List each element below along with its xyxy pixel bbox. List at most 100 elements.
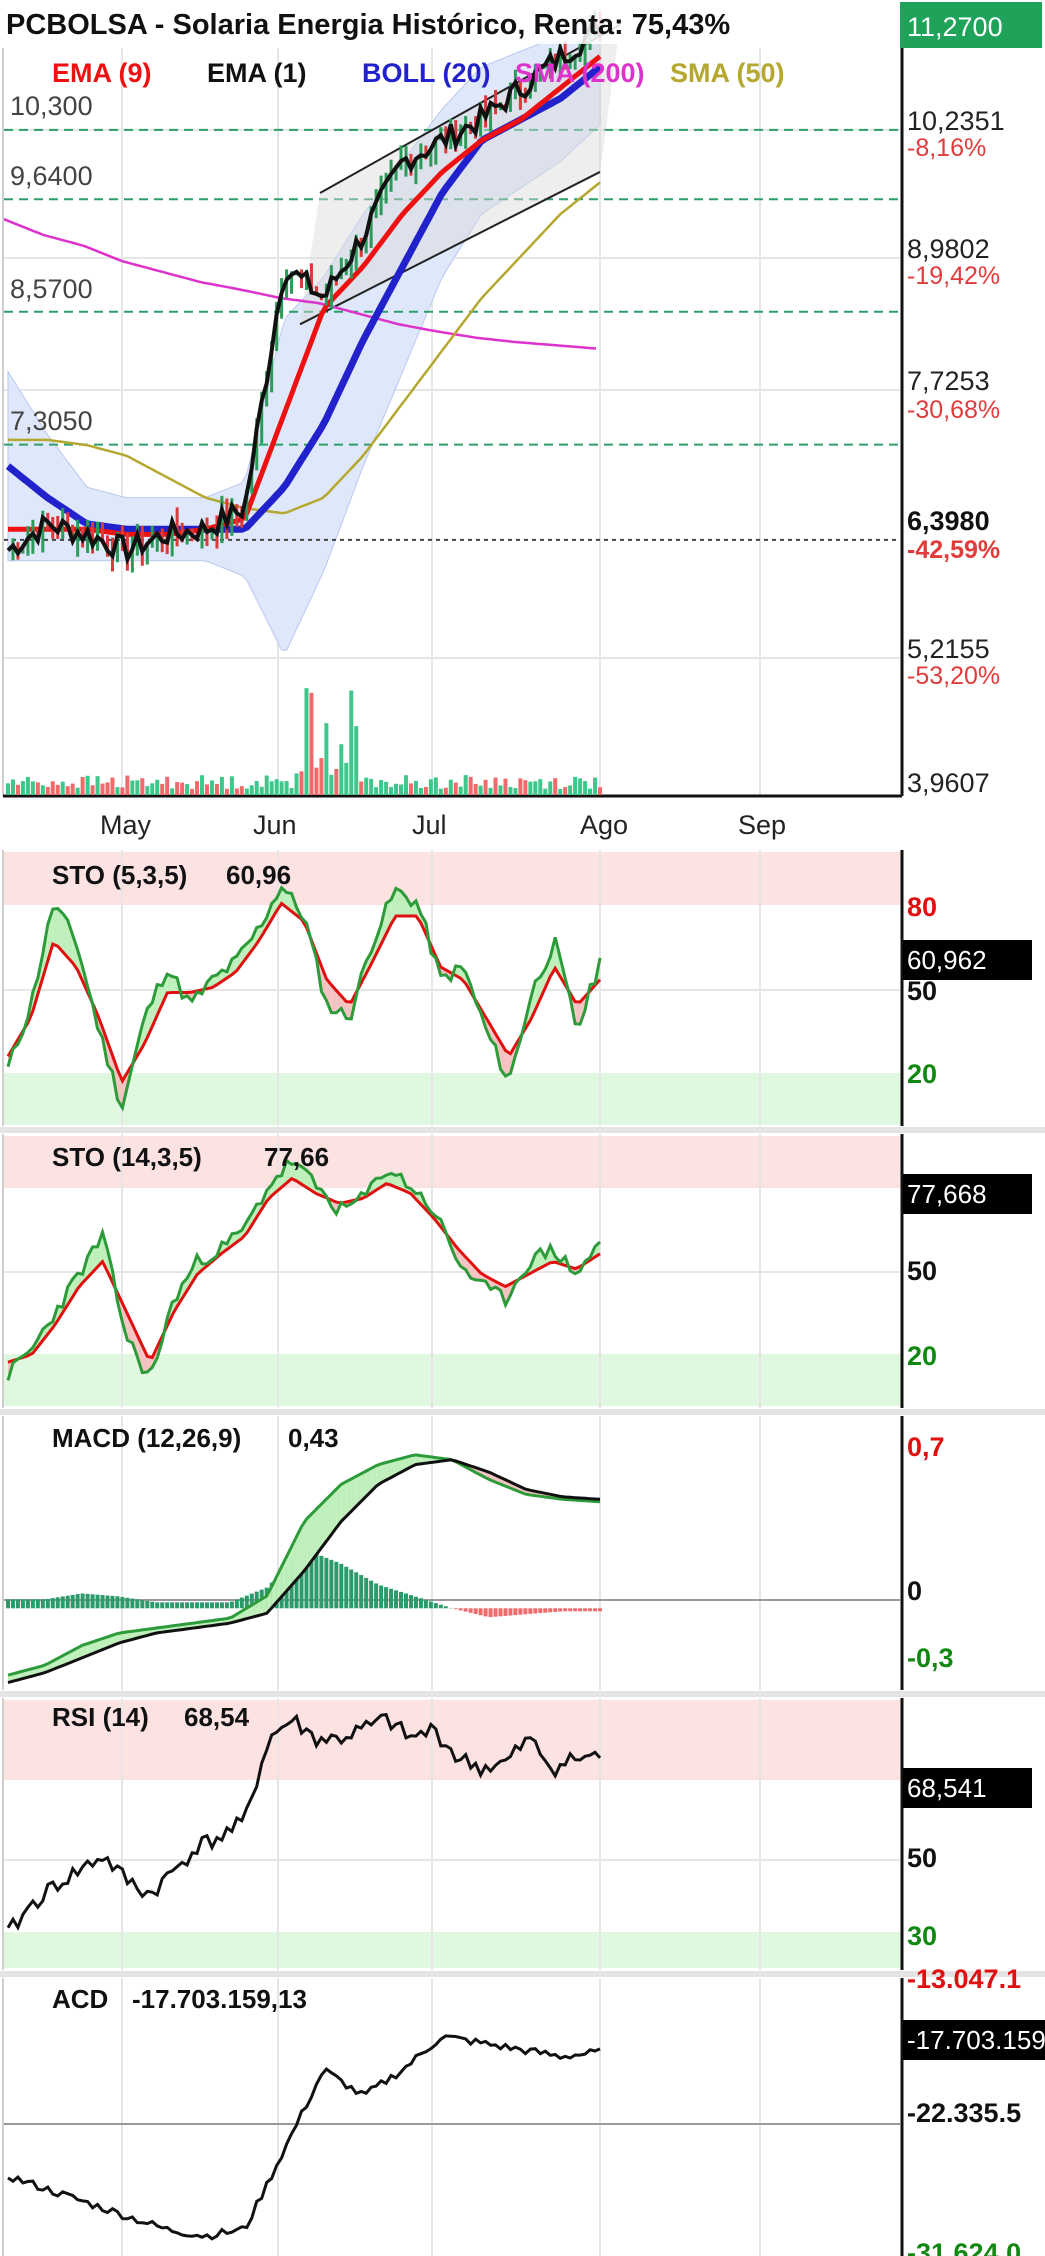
- volume-bar: [379, 779, 384, 795]
- sto1-fill: [396, 888, 401, 916]
- macd-histogram-bar: [170, 1602, 175, 1609]
- volume-bar: [319, 758, 324, 795]
- volume-bar: [548, 781, 553, 795]
- volume-bar: [214, 783, 219, 795]
- volume-bar: [503, 778, 508, 795]
- sto1-label: STO (5,3,5): [52, 860, 187, 890]
- volume-bar: [259, 786, 264, 795]
- volume-bar: [204, 784, 209, 795]
- rsi-tick-30: 30: [907, 1921, 937, 1951]
- volume-bar: [413, 780, 418, 795]
- macd-histogram-bar: [35, 1599, 40, 1609]
- macd-histogram-bar: [528, 1608, 533, 1614]
- macd-histogram-bar: [364, 1577, 369, 1609]
- macd-histogram-bar: [55, 1597, 60, 1609]
- macd-tick-bottom: -0,3: [907, 1643, 954, 1673]
- volume-bar: [234, 788, 239, 795]
- macd-histogram-bar: [453, 1608, 458, 1610]
- volume-bar: [55, 784, 60, 795]
- macd-histogram-bar: [204, 1602, 209, 1609]
- macd-histogram-bar: [478, 1608, 483, 1616]
- macd-histogram-bar: [90, 1594, 95, 1609]
- indicator-legend: EMA (9) EMA (1) BOLL (20) SMA (200) SMA …: [52, 58, 785, 88]
- macd-histogram-bar: [140, 1600, 145, 1609]
- volume-bar: [165, 776, 170, 795]
- volume-bar: [294, 773, 299, 795]
- price-tick: 7,7253: [907, 366, 990, 396]
- macd-histogram-bar: [324, 1557, 329, 1609]
- volume-bar: [508, 786, 513, 795]
- volume-bar: [125, 775, 130, 795]
- volume-bar: [483, 779, 488, 795]
- macd-histogram-bar: [209, 1602, 214, 1609]
- legend-ema1: EMA (1): [207, 58, 307, 88]
- legend-boll: BOLL (20): [362, 58, 491, 88]
- volume-bar: [279, 781, 284, 795]
- volume-bar: [224, 788, 229, 795]
- volume-bar: [80, 777, 85, 795]
- macd-histogram-bar: [593, 1608, 598, 1612]
- volume-bar: [498, 785, 503, 795]
- macd-histogram-bar: [408, 1595, 413, 1609]
- macd-histogram-bar: [50, 1598, 55, 1609]
- volume-bar: [175, 782, 180, 795]
- macd-histogram-bar: [339, 1563, 344, 1609]
- price-pct: -53,20%: [907, 662, 1000, 690]
- volume-bar: [90, 785, 95, 795]
- volume-bar: [538, 779, 543, 795]
- volume-bar: [344, 762, 349, 795]
- macd-histogram-bar: [160, 1602, 165, 1609]
- volume-bar: [309, 692, 314, 795]
- volume-bar: [135, 780, 140, 795]
- macd-histogram-bar: [399, 1591, 404, 1609]
- volume-bar: [339, 744, 344, 795]
- panel-separator: [0, 1971, 1045, 1977]
- macd-histogram-bar: [413, 1596, 418, 1609]
- macd-histogram-bar: [234, 1599, 239, 1609]
- macd-histogram-bar: [95, 1594, 100, 1609]
- volume-bar: [70, 783, 75, 795]
- macd-histogram-bar: [214, 1602, 219, 1609]
- volume-bar: [568, 785, 573, 795]
- volume-bar: [324, 723, 329, 795]
- month-label: Ago: [580, 810, 628, 840]
- volume-bar: [254, 780, 259, 795]
- macd-histogram-bar: [155, 1602, 160, 1609]
- volume-bar: [6, 783, 10, 795]
- level-label-4: 7,3050: [10, 406, 93, 436]
- macd-histogram-bar: [195, 1602, 200, 1609]
- volume-bar: [523, 780, 528, 795]
- macd-histogram-bar: [190, 1602, 195, 1609]
- volume-bar: [274, 779, 279, 795]
- acd-tick-mid: -22.335.5: [907, 2098, 1021, 2128]
- macd-histogram-bar: [563, 1608, 568, 1612]
- macd-histogram-bar: [374, 1583, 379, 1609]
- macd-value: 0,43: [288, 1423, 339, 1453]
- sto2-signal-line: [7, 1176, 601, 1364]
- macd-histogram-bar: [175, 1602, 180, 1609]
- macd-histogram-bar: [60, 1596, 65, 1609]
- macd-histogram-bar: [130, 1598, 135, 1609]
- price-pct: -30,68%: [907, 396, 1000, 424]
- price-tick: 8,9802: [907, 234, 990, 264]
- macd-histogram-bar: [503, 1608, 508, 1616]
- volume-bar: [209, 780, 214, 795]
- macd-histogram-bar: [135, 1599, 140, 1609]
- volume-bar: [100, 783, 105, 795]
- macd-tick-zero: 0: [907, 1576, 922, 1606]
- acd-line: [7, 2034, 601, 2241]
- macd-histogram-bar: [110, 1595, 115, 1609]
- volume-bar: [30, 781, 35, 795]
- volume-bar: [190, 788, 195, 795]
- volume-bar: [299, 771, 304, 795]
- volume-bar: [408, 783, 413, 795]
- macd-histogram-bar: [40, 1599, 45, 1609]
- price-axis: 10,2351 -8,16% 8,9802 -19,42% 7,7253 -30…: [907, 106, 1005, 798]
- volume-bar: [553, 778, 558, 795]
- volume-bar: [558, 788, 563, 795]
- volume-bar: [418, 787, 423, 795]
- rsi-tick-50: 50: [907, 1843, 937, 1873]
- volume-bar: [289, 788, 294, 795]
- level-label-1: 10,300: [10, 91, 93, 121]
- volume-bar: [369, 778, 374, 795]
